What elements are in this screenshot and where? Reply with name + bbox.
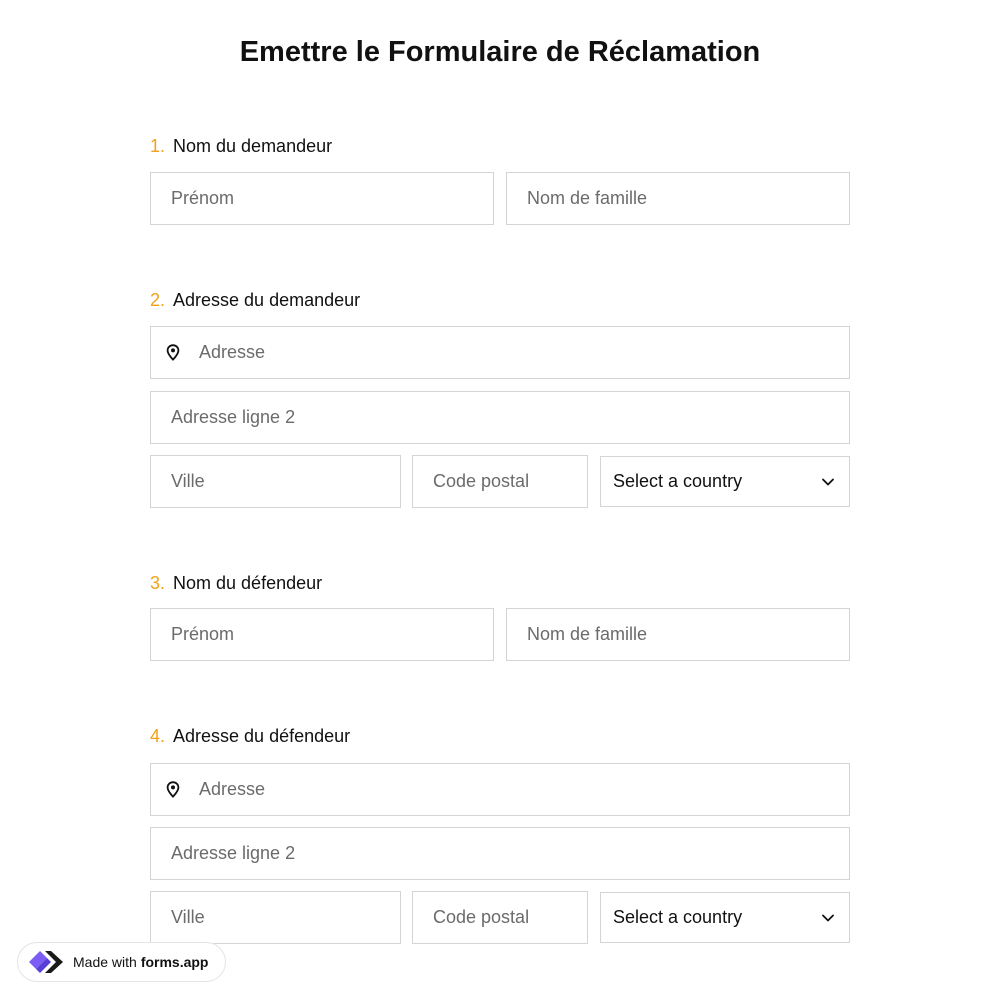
question-label: 1. Nom du demandeur <box>150 136 332 157</box>
question-number: 4. <box>150 726 166 746</box>
question-number: 3. <box>150 573 166 593</box>
applicant-last-name-input[interactable]: Nom de famille <box>506 172 850 225</box>
chevron-down-icon <box>821 913 835 923</box>
defendant-city-input[interactable]: Ville <box>150 891 401 944</box>
defendant-first-name-input[interactable]: Prénom <box>150 608 494 661</box>
question-label: 2. Adresse du demandeur <box>150 290 360 311</box>
defendant-address-input[interactable]: Adresse <box>150 763 850 816</box>
select-value: Select a country <box>613 907 743 927</box>
question-defendant-name: 3. Nom du défendeur Prénom Nom de famille <box>150 573 850 663</box>
question-text: Nom du défendeur <box>173 573 323 593</box>
map-pin-icon <box>165 781 181 799</box>
input-placeholder: Adresse <box>199 342 266 362</box>
question-text: Adresse du demandeur <box>173 290 361 310</box>
input-placeholder: Code postal <box>433 907 530 927</box>
input-placeholder: Adresse ligne 2 <box>171 407 296 427</box>
chevron-down-icon <box>821 477 835 487</box>
made-with-forms-app-badge[interactable]: Made with forms.app <box>17 942 226 982</box>
input-placeholder: Prénom <box>171 188 235 208</box>
defendant-address-line2-input[interactable]: Adresse ligne 2 <box>150 827 850 880</box>
question-applicant-name: 1. Nom du demandeur Prénom Nom de famille <box>150 136 850 226</box>
input-placeholder: Nom de famille <box>527 624 648 644</box>
input-placeholder: Prénom <box>171 624 235 644</box>
defendant-country-select[interactable]: Select a country <box>600 892 850 943</box>
badge-brand-text: forms.app <box>140 954 209 970</box>
defendant-zip-input[interactable]: Code postal <box>412 891 588 944</box>
form-page: Emettre le Formulaire de Réclamation 1. N… <box>0 0 1000 1000</box>
question-applicant-address: 2. Adresse du demandeur Adresse Adresse l… <box>150 290 850 510</box>
applicant-country-select[interactable]: Select a country <box>600 456 850 507</box>
question-number: 1. <box>150 136 166 156</box>
page-title: Emettre le Formulaire de Réclamation <box>239 36 761 68</box>
badge-prefix-text: Made with <box>73 954 137 970</box>
select-value: Select a country <box>613 471 743 491</box>
question-label: 3. Nom du défendeur <box>150 573 322 594</box>
applicant-zip-input[interactable]: Code postal <box>412 455 588 508</box>
applicant-address-input[interactable]: Adresse <box>150 326 850 379</box>
input-placeholder: Nom de famille <box>527 188 648 208</box>
input-placeholder: Ville <box>171 907 205 927</box>
input-placeholder: Adresse ligne 2 <box>171 843 296 863</box>
question-text: Nom du demandeur <box>173 136 333 156</box>
applicant-city-input[interactable]: Ville <box>150 455 401 508</box>
question-defendant-address: 4. Adresse du défendeur Adresse Adresse l… <box>150 726 850 946</box>
question-text: Adresse du défendeur <box>173 726 351 746</box>
question-label: 4. Adresse du défendeur <box>150 726 350 747</box>
defendant-last-name-input[interactable]: Nom de famille <box>506 608 850 661</box>
input-placeholder: Code postal <box>433 471 530 491</box>
applicant-first-name-input[interactable]: Prénom <box>150 172 494 225</box>
question-number: 2. <box>150 290 166 310</box>
forms-app-logo-icon <box>27 946 65 978</box>
input-placeholder: Ville <box>171 471 205 491</box>
applicant-address-line2-input[interactable]: Adresse ligne 2 <box>150 391 850 444</box>
input-placeholder: Adresse <box>199 779 266 799</box>
map-pin-icon <box>165 344 181 362</box>
